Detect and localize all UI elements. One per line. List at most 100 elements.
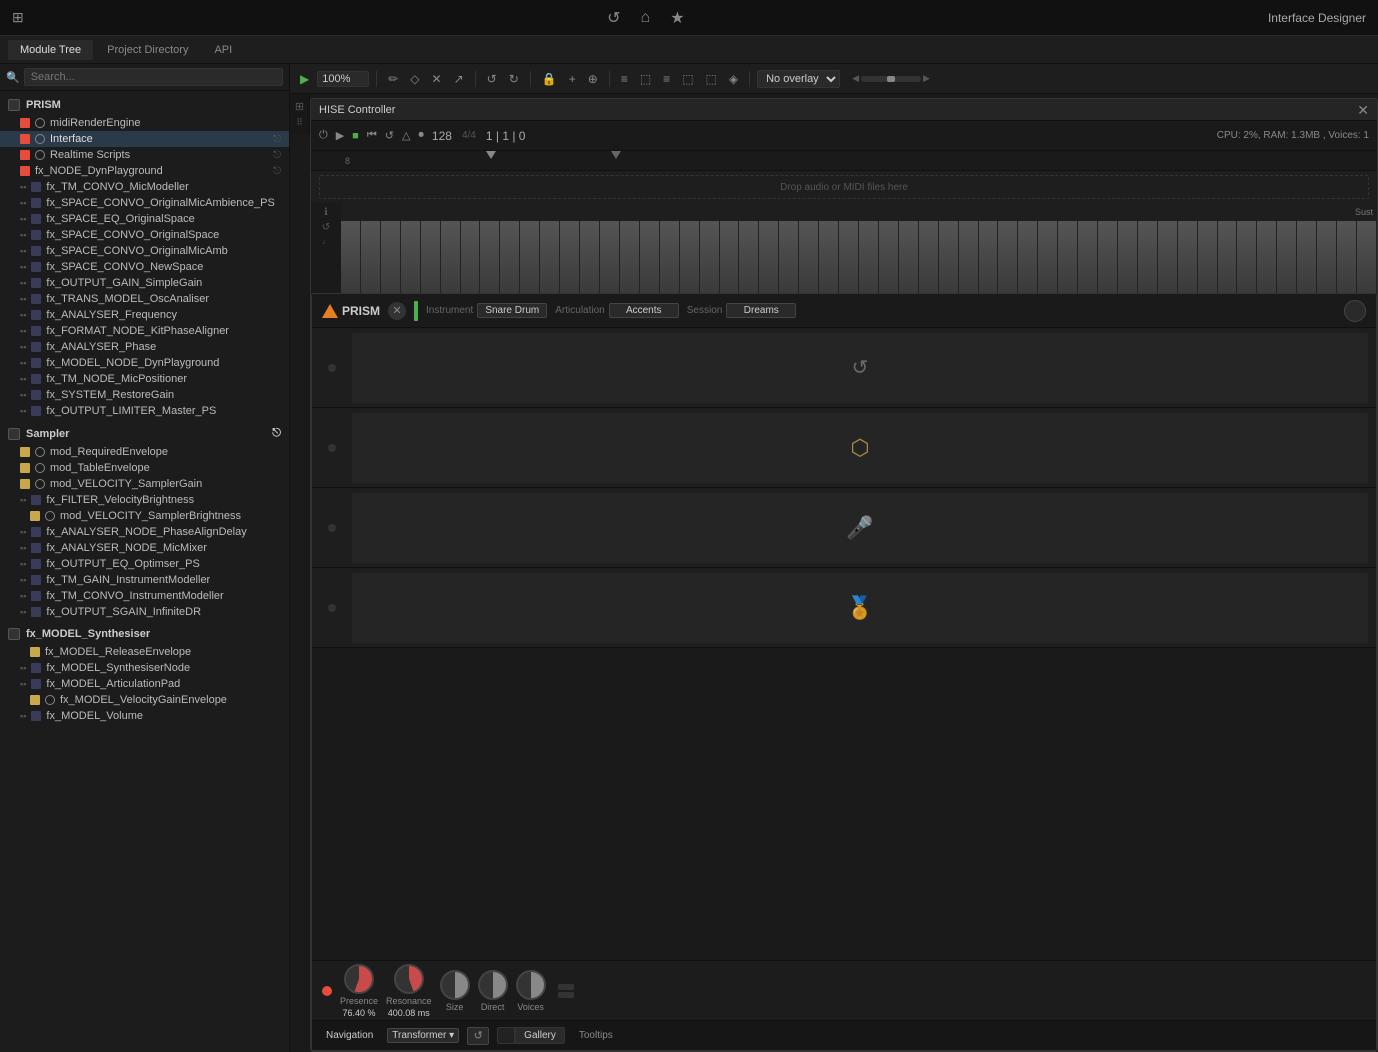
tree-item-fx-space-convo-new[interactable]: ▪▪ fx_SPACE_CONVO_NewSpace [0,259,289,275]
tree-item-fx-format-node[interactable]: ▪▪ fx_FORMAT_NODE_KitPhaseAligner [0,323,289,339]
play-button[interactable]: ▶ [296,70,313,88]
play-button-hise[interactable]: ▶ [336,129,344,142]
tab-project-directory[interactable]: Project Directory [95,40,200,60]
resonance-knob[interactable] [394,964,424,994]
pencil-icon[interactable]: ✏ [384,70,402,88]
slot-2-content[interactable]: ⬡ [352,413,1368,483]
tree-item-fx-tm-convo[interactable]: ▪▪ fx_TM_CONVO_MicModeller [0,179,289,195]
ext-link-icon2[interactable]: ⎋ [273,150,281,161]
refresh-icon[interactable]: ↺ [607,8,620,28]
tree-item-fx-output-gain[interactable]: ▪▪ fx_OUTPUT_GAIN_SimpleGain [0,275,289,291]
instrument-value[interactable]: Snare Drum [477,303,547,318]
arrow-icon[interactable]: ↗ [450,70,468,88]
tree-item-mod-required-env[interactable]: mod_RequiredEnvelope [0,444,289,460]
tree-item-fx-space-convo-orig-mic[interactable]: ▪▪ fx_SPACE_CONVO_OriginalMicAmb [0,243,289,259]
footer-tooltips-tab[interactable]: Tooltips [573,1028,619,1043]
direct-knob[interactable] [478,970,508,1000]
overlay-select[interactable]: No overlay [757,70,840,88]
table-icon[interactable]: ⬚ [636,70,655,88]
metronome-button[interactable]: △ [402,129,410,142]
footer-gallery-tab[interactable]: Gallery [515,1027,565,1044]
footer-refresh-button[interactable]: ↺ [467,1027,489,1045]
align-left-icon[interactable]: ≡ [617,70,632,88]
redo-icon[interactable]: ↻ [505,70,523,88]
footer-transformer-dropdown[interactable]: Transformer ▾ [387,1028,459,1043]
power-button[interactable]: ⏻ [319,129,328,142]
slot-3-content[interactable]: 🎤 [352,493,1368,563]
sampler-ext-link[interactable]: ⎋ [272,427,281,440]
tree-item-fx-node-dynplayground[interactable]: fx_NODE_DynPlayground ⎋ [0,163,289,179]
tree-item-fx-output-eq-optimser[interactable]: ▪▪ fx_OUTPUT_EQ_Optimser_PS [0,556,289,572]
tree-item-fx-space-eq[interactable]: ▪▪ fx_SPACE_EQ_OriginalSpace [0,211,289,227]
tree-item-midiRenderEngine[interactable]: midiRenderEngine [0,115,289,131]
layout-icon[interactable]: ⬚ [702,70,721,88]
tree-item-fx-analyser-freq[interactable]: ▪▪ fx_ANALYSER_Frequency [0,307,289,323]
tree-item-mod-velocity-samplergain[interactable]: mod_VELOCITY_SamplerGain [0,476,289,492]
tree-item-fx-model-release-env[interactable]: fx_MODEL_ReleaseEnvelope [0,644,289,660]
close-icon[interactable]: ✕ [428,70,446,88]
midi-drop-zone[interactable]: Drop audio or MIDI files here [319,175,1369,199]
tree-item-fx-model-articulation-pad[interactable]: ▪▪ fx_MODEL_ArticulationPad [0,676,289,692]
loop-button[interactable]: ↺ [385,129,394,142]
tab-module-tree[interactable]: Module Tree [8,40,93,60]
circle-plus-icon[interactable]: ⊕ [584,70,602,88]
tree-item-mod-velocity-sampler-brightness[interactable]: mod_VELOCITY_SamplerBrightness [0,508,289,524]
tree-item-fx-filter-velocity[interactable]: ▪▪ fx_FILTER_VelocityBrightness [0,492,289,508]
slot-1-content[interactable]: ↺ [352,333,1368,403]
collapse-icon[interactable]: ⊞ [295,100,304,113]
grid-icon[interactable]: ⬚ [678,70,697,88]
piano-ctrl-note[interactable]: ♩ [322,237,330,246]
tree-item-fx-output-limiter[interactable]: ▪▪ fx_OUTPUT_LIMITER_Master_PS [0,403,289,419]
rewind-button[interactable]: ⏮ [367,129,377,142]
tree-item-realtime-scripts[interactable]: Realtime Scripts ⎋ [0,147,289,163]
tree-item-fx-space-convo-orig-space[interactable]: ▪▪ fx_SPACE_CONVO_OriginalSpace [0,227,289,243]
filter-icon[interactable]: ◈ [725,70,742,88]
add-icon[interactable]: + [565,70,580,88]
articulation-value[interactable]: Accents [609,303,679,318]
search-input[interactable] [24,68,283,86]
tree-item-fx-analyser-phase[interactable]: ▪▪ fx_ANALYSER_Phase [0,339,289,355]
tree-item-fx-system-restoregain[interactable]: ▪▪ fx_SYSTEM_RestoreGain [0,387,289,403]
session-value[interactable]: Dreams [726,303,796,318]
presence-knob[interactable] [344,964,374,994]
size-knob[interactable] [440,970,470,1000]
home-icon[interactable]: ⌂ [641,9,651,27]
tree-item-fx-tm-gain-instrument[interactable]: ▪▪ fx_TM_GAIN_InstrumentModeller [0,572,289,588]
footer-navigation-tab[interactable]: Navigation [320,1028,379,1043]
undo-icon[interactable]: ↺ [483,70,501,88]
tree-item-fx-model-volume[interactable]: ▪▪ fx_MODEL_Volume [0,708,289,724]
diamond-icon[interactable]: ◇ [406,70,423,88]
tree-item-fx-analyser-node-micmixer[interactable]: ▪▪ fx_ANALYSER_NODE_MicMixer [0,540,289,556]
slot-4-content[interactable]: 🏅 [352,573,1368,643]
ext-link-icon[interactable]: ⎋ [273,134,281,145]
tree-item-fx-output-sgain-infinite[interactable]: ▪▪ fx_OUTPUT_SGAIN_InfiniteDR [0,604,289,620]
tree-item-fx-tm-convo-instrument[interactable]: ▪▪ fx_TM_CONVO_InstrumentModeller [0,588,289,604]
zoom-input[interactable] [317,71,369,87]
hise-close-button[interactable]: ✕ [1357,103,1369,117]
tree-item-fx-model-velocity-gain-env[interactable]: fx_MODEL_VelocityGainEnvelope [0,692,289,708]
tree-item-fx-tm-node-micpositioner[interactable]: ▪▪ fx_TM_NODE_MicPositioner [0,371,289,387]
tree-item-fx-trans-model[interactable]: ▪▪ fx_TRANS_MODEL_OscAnaliser [0,291,289,307]
lock-icon[interactable]: 🔒 [538,70,561,88]
piano-ctrl-refresh[interactable]: ↺ [322,222,330,233]
footer-toggle-left[interactable] [497,1027,515,1044]
prism-settings-button[interactable] [1344,300,1366,322]
piano-roll[interactable]: Sust Sub [341,203,1377,293]
tree-item-mod-table-env[interactable]: mod_TableEnvelope [0,460,289,476]
grid-dots-icon[interactable]: ⠿ [296,117,303,128]
stop-button[interactable]: ■ [352,130,359,142]
record-button[interactable]: ⏺ [418,129,424,142]
piano-ctrl-info[interactable]: ℹ [324,207,328,218]
voices-knob[interactable] [516,970,546,1000]
ext-link-icon3[interactable]: ⎋ [273,166,281,177]
prism-close-button[interactable]: ✕ [388,302,406,320]
hamburger-icon[interactable]: ⊞ [12,9,24,26]
tab-api[interactable]: API [202,40,244,60]
tree-item-fx-space-convo-orig[interactable]: ▪▪ fx_SPACE_CONVO_OriginalMicAmbience_PS [0,195,289,211]
align-right-icon[interactable]: ≡ [659,70,674,88]
tree-item-fx-model-synthesiser-node[interactable]: ▪▪ fx_MODEL_SynthesiserNode [0,660,289,676]
tree-item-fx-analyser-node-phase[interactable]: ▪▪ fx_ANALYSER_NODE_PhaseAlignDelay [0,524,289,540]
star-icon[interactable]: ★ [670,8,684,28]
tree-item-fx-model-node-dynplayground[interactable]: ▪▪ fx_MODEL_NODE_DynPlayground [0,355,289,371]
tree-item-interface[interactable]: Interface ⎋ [0,131,289,147]
